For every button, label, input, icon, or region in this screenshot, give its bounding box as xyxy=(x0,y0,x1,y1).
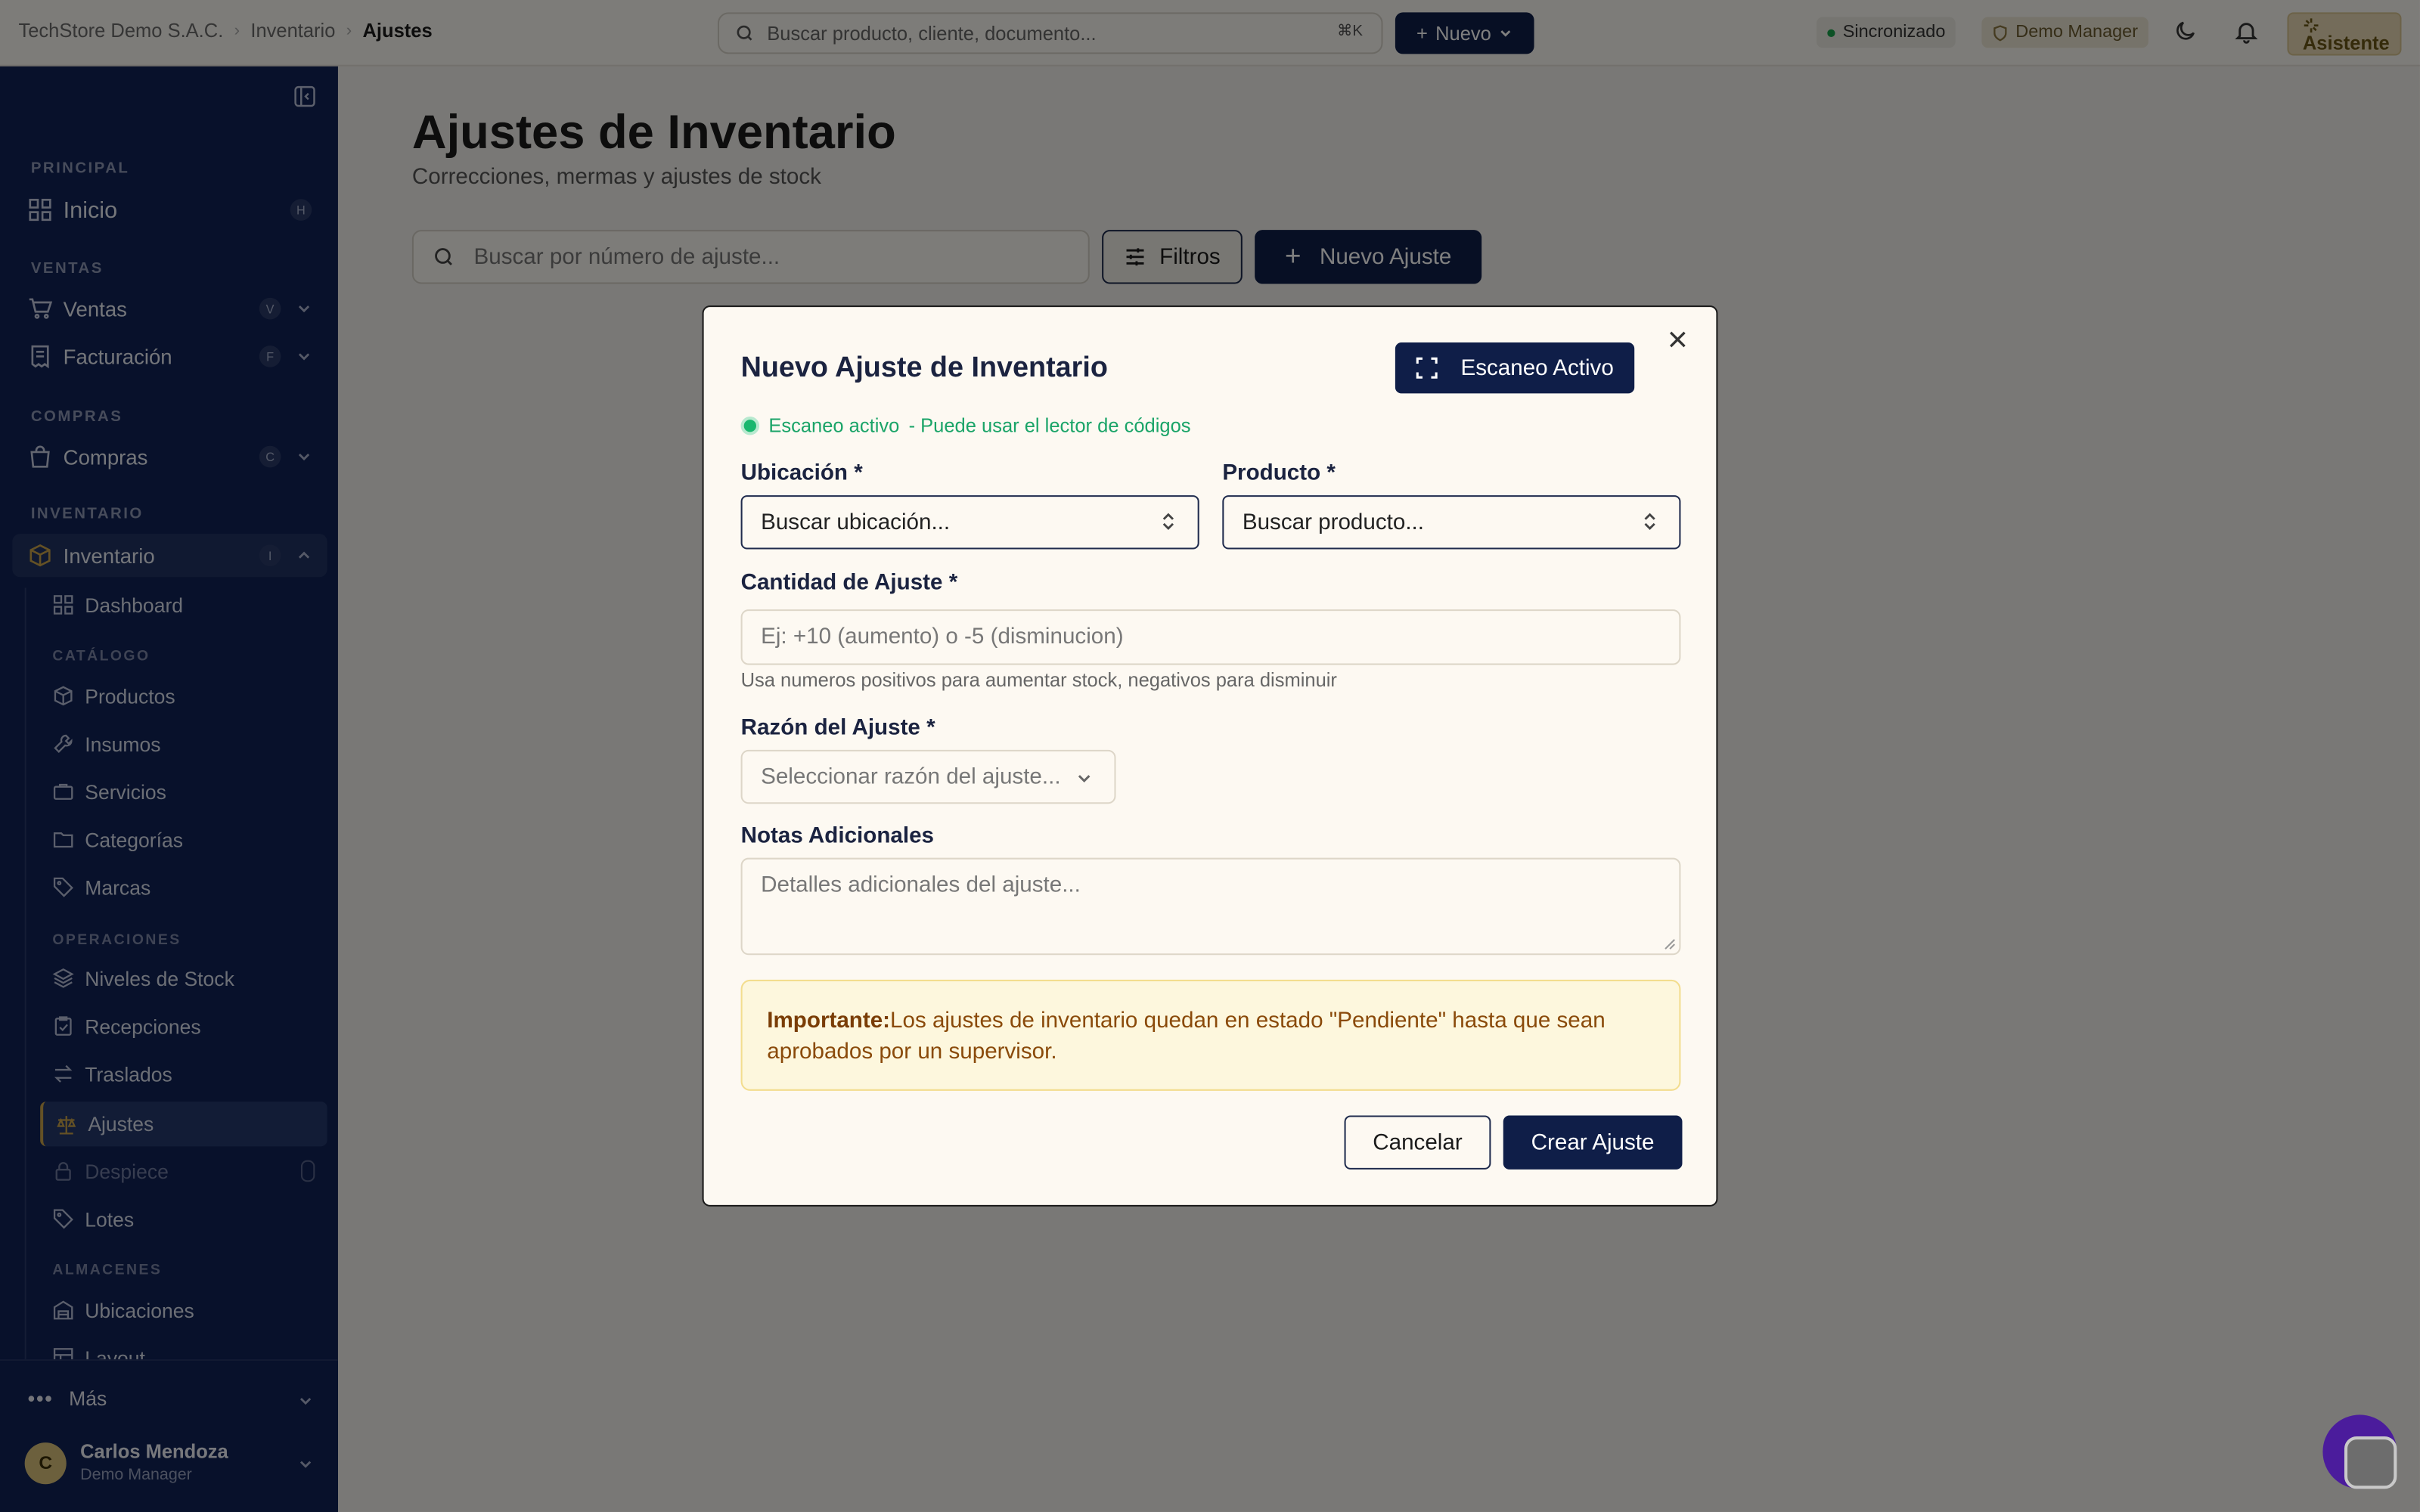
scan-status-detail: - Puede usar el lector de códigos xyxy=(908,414,1191,437)
product-label: Producto * xyxy=(1222,461,1336,486)
create-adjustment-button[interactable]: Crear Ajuste xyxy=(1503,1115,1683,1170)
product-placeholder: Buscar producto... xyxy=(1242,510,1424,535)
reason-placeholder: Seleccionar razón del ajuste... xyxy=(761,764,1061,789)
location-combobox[interactable]: Buscar ubicación... xyxy=(740,495,1199,550)
product-combobox[interactable]: Buscar producto... xyxy=(1222,495,1681,550)
dialog-title: Nuevo Ajuste de Inventario xyxy=(740,350,1108,383)
resize-grip-icon[interactable] xyxy=(1664,938,1676,950)
location-placeholder: Buscar ubicación... xyxy=(761,510,951,535)
quantity-input[interactable]: Ej: +10 (aumento) o -5 (disminucion) xyxy=(740,609,1681,665)
notes-textarea[interactable]: Detalles adicionales del ajuste... xyxy=(740,857,1681,956)
quantity-label: Cantidad de Ajuste * xyxy=(740,571,958,596)
quantity-placeholder: Ej: +10 (aumento) o -5 (disminucion) xyxy=(761,624,1124,650)
cancel-button[interactable]: Cancelar xyxy=(1344,1115,1491,1170)
scan-frame-icon xyxy=(1416,356,1439,380)
warning-text: Los ajustes de inventario quedan en esta… xyxy=(767,1009,1606,1065)
approval-warning-alert: Importante:Los ajustes de inventario que… xyxy=(740,979,1681,1091)
chevrons-up-down-icon xyxy=(1158,511,1180,533)
quantity-hint: Usa numeros positivos para aumentar stoc… xyxy=(740,669,1337,692)
cancel-label: Cancelar xyxy=(1373,1129,1463,1155)
notes-label: Notas Adicionales xyxy=(740,823,935,849)
chevron-down-icon xyxy=(1075,770,1092,786)
scan-status-dot-icon xyxy=(740,417,760,435)
scan-status-label: Escaneo activo xyxy=(768,414,900,437)
reason-select[interactable]: Seleccionar razón del ajuste... xyxy=(740,749,1116,804)
chevrons-up-down-icon xyxy=(1639,511,1661,533)
chat-icon xyxy=(2344,1436,2397,1489)
scan-active-button[interactable]: Escaneo Activo xyxy=(1395,342,1635,394)
close-icon[interactable] xyxy=(1667,329,1695,357)
location-label: Ubicación * xyxy=(740,461,863,486)
new-adjustment-dialog: Nuevo Ajuste de Inventario Escaneo Activ… xyxy=(702,305,1718,1207)
scan-active-label: Escaneo Activo xyxy=(1460,355,1614,381)
warning-title: Importante: xyxy=(767,1009,891,1034)
create-label: Crear Ajuste xyxy=(1531,1129,1655,1155)
notes-placeholder: Detalles adicionales del ajuste... xyxy=(761,873,1081,898)
scan-status: Escaneo activo - Puede usar el lector de… xyxy=(740,414,1191,437)
reason-label: Razón del Ajuste * xyxy=(740,715,935,741)
